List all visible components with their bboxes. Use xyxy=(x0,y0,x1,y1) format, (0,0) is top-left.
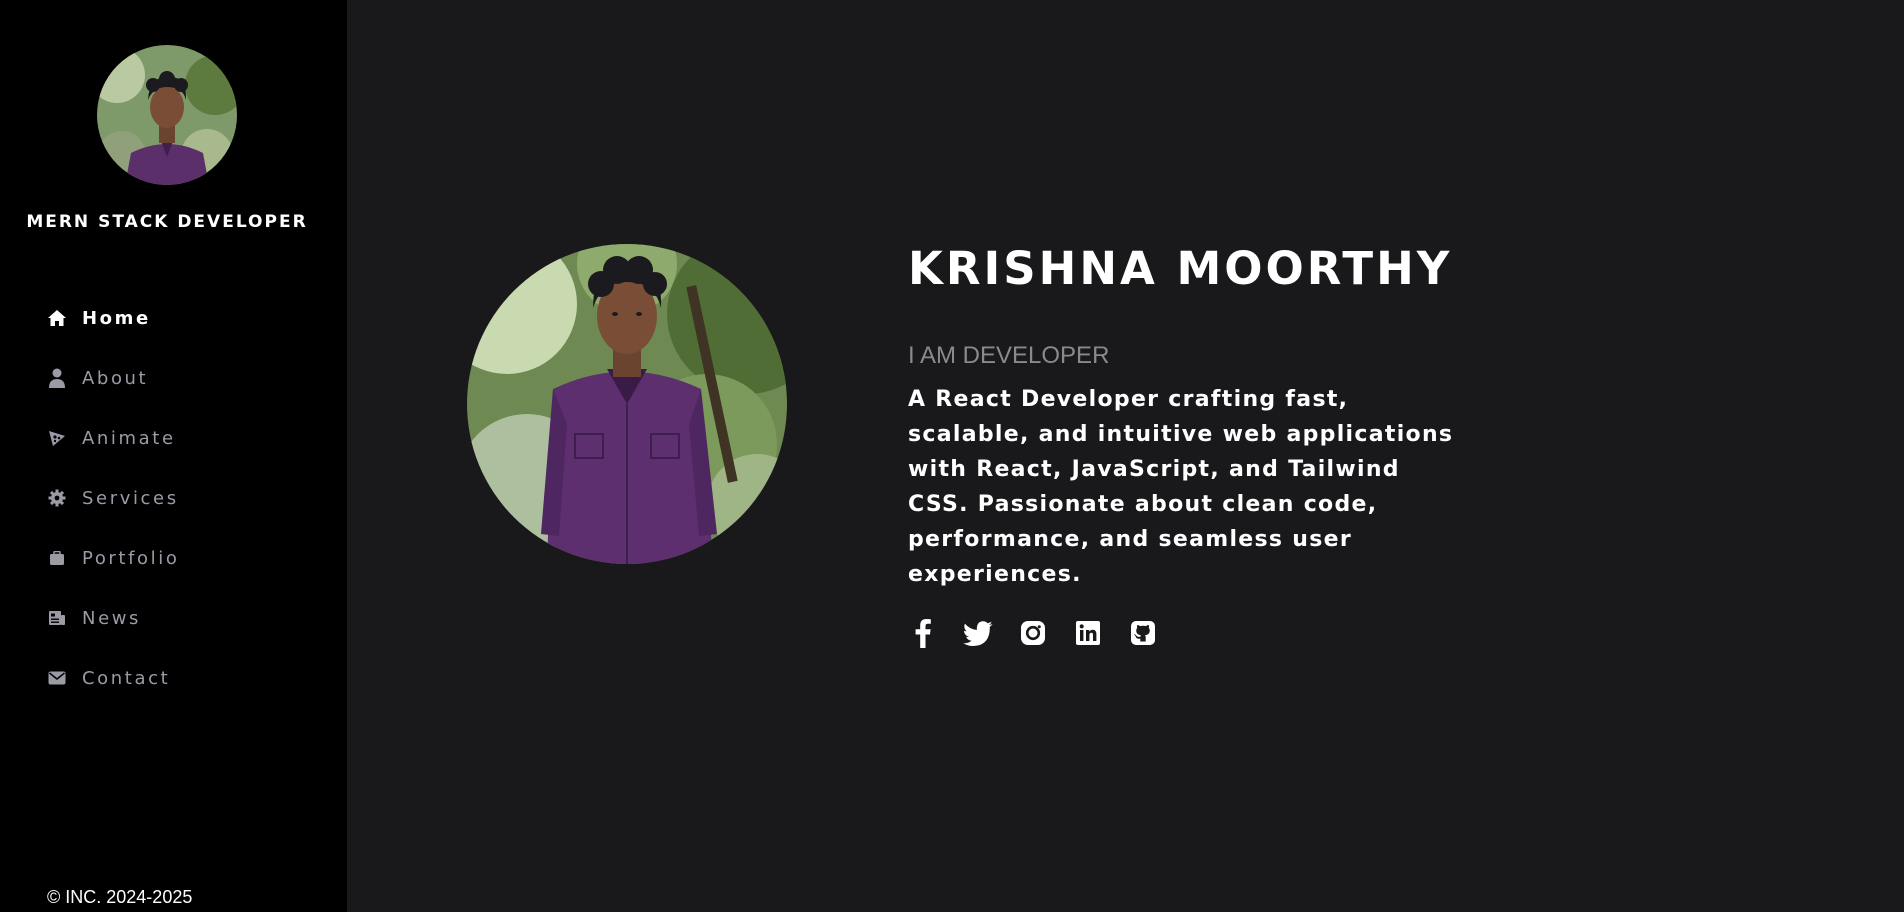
nav-item-home[interactable]: Home xyxy=(47,300,307,336)
hero-bio: A React Developer crafting fast, scalabl… xyxy=(908,387,1454,587)
instagram-icon[interactable] xyxy=(1018,618,1048,648)
copyright-text: © INC. 2024-2025 xyxy=(47,887,193,907)
hero-tagline: I AM DEVELOPER xyxy=(908,342,1110,369)
avatar-photo xyxy=(97,45,237,185)
nav-item-animate[interactable]: Animate xyxy=(47,420,307,456)
newspaper-icon xyxy=(47,608,67,628)
home-icon xyxy=(47,308,67,328)
nav-label-about: About xyxy=(82,367,149,389)
envelope-icon xyxy=(47,668,67,688)
nav-item-about[interactable]: About xyxy=(47,360,307,396)
user-icon xyxy=(47,368,67,388)
profile-photo xyxy=(467,244,787,564)
nav-label-news: News xyxy=(82,607,142,629)
sidebar: MERN STACK DEVELOPER Home About Animate xyxy=(0,0,347,912)
nav-item-contact[interactable]: Contact xyxy=(47,660,307,696)
linkedin-icon[interactable] xyxy=(1073,618,1103,648)
nav-label-contact: Contact xyxy=(82,667,171,689)
nav-item-news[interactable]: News xyxy=(47,600,307,636)
hero-text: KRISHNA MOORTHY I AM DEVELOPER A React D… xyxy=(908,240,1508,648)
nav-item-portfolio[interactable]: Portfolio xyxy=(47,540,307,576)
nav-label-animate: Animate xyxy=(82,427,176,449)
pizza-slice-icon xyxy=(47,428,67,448)
nav-label-home: Home xyxy=(82,307,151,329)
hero-name: KRISHNA MOORTHY xyxy=(908,242,1453,295)
social-links xyxy=(908,618,1508,648)
github-icon[interactable] xyxy=(1128,618,1158,648)
gear-icon xyxy=(47,488,67,508)
nav-label-portfolio: Portfolio xyxy=(82,547,180,569)
nav-item-services[interactable]: Services xyxy=(47,480,307,516)
briefcase-icon xyxy=(47,548,67,568)
sidebar-avatar[interactable] xyxy=(97,45,237,185)
nav-label-services: Services xyxy=(82,487,179,509)
main-content: KRISHNA MOORTHY I AM DEVELOPER A React D… xyxy=(347,0,1904,912)
facebook-icon[interactable] xyxy=(908,618,938,648)
app: MERN STACK DEVELOPER Home About Animate xyxy=(0,0,1904,912)
twitter-icon[interactable] xyxy=(963,618,993,648)
hero-photo xyxy=(467,244,787,564)
sidebar-role-title: MERN STACK DEVELOPER xyxy=(26,212,308,232)
